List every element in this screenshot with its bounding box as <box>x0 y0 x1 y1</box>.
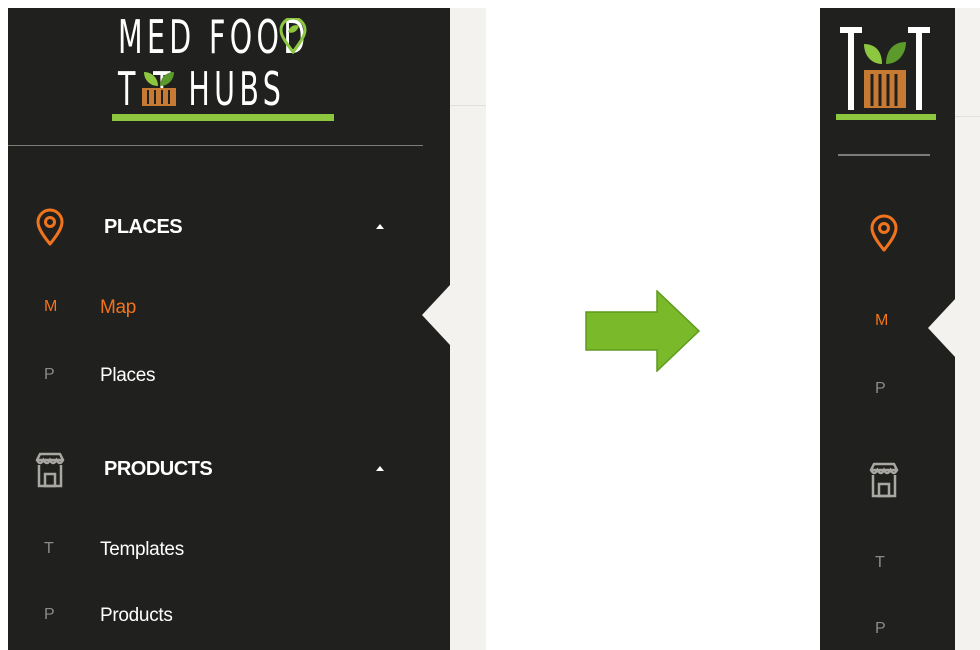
main-content-area <box>450 8 486 650</box>
store-icon <box>35 452 65 488</box>
sidebar-divider <box>838 154 930 156</box>
nav-item-map-collapsed[interactable]: M <box>875 312 888 330</box>
map-pin-icon <box>36 208 64 246</box>
section-products-label: PRODUCTS <box>104 458 213 480</box>
nav-item-label: Products <box>100 605 173 626</box>
nav-item-templates[interactable]: T Templates <box>8 528 450 574</box>
nav-item-products[interactable]: P Products <box>8 594 450 640</box>
logo-underline <box>112 114 334 121</box>
nav-item-products-collapsed[interactable]: P <box>875 620 886 638</box>
active-item-pointer <box>422 285 450 345</box>
nav-item-places[interactable]: P Places <box>8 354 450 400</box>
chevron-up-icon[interactable] <box>376 224 384 229</box>
location-leaf-icon <box>279 18 307 54</box>
header-divider <box>450 105 486 106</box>
header-divider <box>955 116 980 117</box>
right-arrow-icon <box>585 290 701 372</box>
expanded-sidebar: MED FOOD T T HUBS PLACES M Map P Places … <box>8 8 450 650</box>
nav-item-places-collapsed[interactable]: P <box>875 380 886 398</box>
nav-item-label: Map <box>100 297 137 318</box>
section-places[interactable]: PLACES <box>8 196 450 256</box>
active-item-pointer <box>928 298 956 358</box>
nav-item-abbr: M <box>44 298 58 315</box>
nav-item-map[interactable]: M Map <box>8 286 450 332</box>
logo-underline <box>836 114 936 120</box>
store-icon[interactable] <box>864 460 904 500</box>
map-pin-icon[interactable] <box>864 214 904 254</box>
nav-item-abbr: P <box>44 606 55 623</box>
sidebar-divider <box>8 145 423 146</box>
main-content-area <box>955 8 980 650</box>
nav-item-abbr: P <box>44 366 55 383</box>
crate-leaf-icon <box>142 72 176 106</box>
chevron-up-icon[interactable] <box>376 466 384 471</box>
nav-item-label: Places <box>100 365 156 386</box>
nav-item-templates-collapsed[interactable]: T <box>875 554 885 572</box>
section-products[interactable]: PRODUCTS <box>8 438 450 498</box>
section-places-label: PLACES <box>104 216 183 238</box>
med-food-hubs-logo[interactable]: MED FOOD T T HUBS <box>108 8 348 128</box>
nav-item-abbr: T <box>44 540 54 557</box>
tat-logo-icon[interactable] <box>834 22 934 122</box>
nav-item-label: Templates <box>100 539 184 560</box>
